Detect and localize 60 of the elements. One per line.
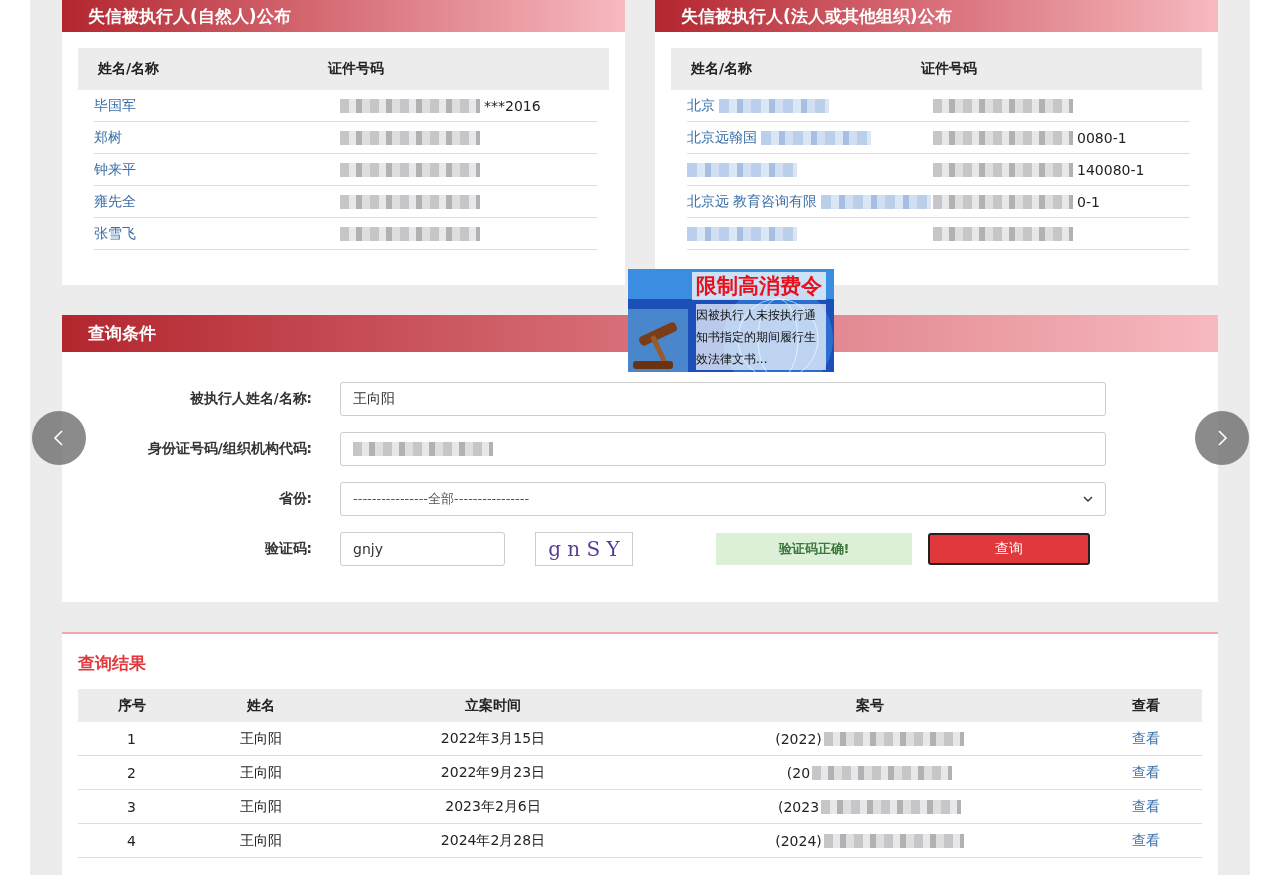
table-cell: (20	[786, 764, 811, 781]
dropdown-caret-icon	[1083, 496, 1093, 502]
province-select[interactable]: ----------------全部----------------	[340, 482, 1106, 516]
table-cell: 王向阳	[240, 797, 282, 814]
table-cell: 1	[127, 730, 136, 747]
table-cell: 4	[127, 832, 136, 849]
field-label: 身份证号码/组织机构代码:	[146, 440, 312, 458]
table-cell: 2024年2月28日	[440, 831, 546, 848]
id-number: 140080-1	[1077, 161, 1145, 178]
table-cell: (2024)	[775, 832, 822, 849]
name-link[interactable]: 北京远翰国	[687, 128, 757, 147]
table-cell: (2022)	[775, 730, 822, 747]
column-header: 姓名/名称	[690, 60, 754, 78]
view-link[interactable]: 查看	[1132, 729, 1160, 746]
name-link[interactable]: 北京远 教育咨询有限	[687, 192, 818, 211]
field-label: 省份:	[277, 490, 312, 508]
results-title: 查询结果	[78, 652, 147, 675]
captcha-status: 验证码正确!	[716, 533, 912, 565]
name-link[interactable]: 北京	[687, 96, 715, 115]
table-cell: 王向阳	[240, 763, 282, 780]
column-header: 姓名/名称	[97, 60, 161, 78]
search-button[interactable]: 查询	[928, 533, 1090, 565]
name-link[interactable]: 雍先全	[94, 192, 136, 211]
id-number: ***2016	[484, 97, 541, 114]
column-header: 立案时间	[337, 689, 649, 722]
id-number: 0080-1	[1077, 129, 1127, 146]
banner-headline: 限制高消费令	[692, 272, 826, 300]
field-label: 验证码:	[263, 540, 312, 558]
table-cell: 2	[127, 764, 136, 781]
column-header: 序号	[78, 689, 185, 722]
column-header: 案号	[649, 689, 1090, 722]
table-cell: 3	[127, 798, 136, 815]
id-number: 0-1	[1077, 193, 1100, 210]
column-header: 姓名	[185, 689, 337, 722]
name-link[interactable]: 钟来平	[94, 160, 136, 179]
banner-text: 因被执行人未按执行通知书指定的期间履行生效法律文书...	[696, 304, 826, 370]
column-header: 证件号码	[328, 60, 384, 78]
field-label: 被执行人姓名/名称:	[188, 390, 312, 408]
table-cell: 王向阳	[240, 831, 282, 848]
table-cell: 王向阳	[240, 729, 282, 746]
table-cell: (2023	[777, 798, 820, 815]
table-cell: 2023年2月6日	[445, 797, 541, 814]
captcha-field[interactable]: gnjy	[340, 532, 505, 566]
view-link[interactable]: 查看	[1132, 797, 1160, 814]
name-link[interactable]: 毕国军	[94, 96, 136, 115]
column-header: 查看	[1090, 689, 1202, 722]
input-field[interactable]: 王向阳	[340, 382, 1106, 416]
name-link[interactable]: 张雪飞	[94, 224, 136, 243]
table-cell: 2022年9月23日	[440, 763, 546, 780]
name-link[interactable]: 郑树	[94, 128, 122, 147]
panel-title: 失信被执行人(法人或其他组织)公布	[681, 4, 952, 28]
view-link[interactable]: 查看	[1132, 763, 1160, 780]
table-cell: 2022年3月15日	[440, 729, 546, 746]
banner-ad[interactable]: 限制高消费令 因被执行人未按执行通知书指定的期间履行生效法律文书...	[628, 269, 834, 372]
input-field[interactable]	[340, 432, 1106, 466]
view-link[interactable]: 查看	[1132, 831, 1160, 848]
panel-title: 查询条件	[88, 322, 156, 345]
panel-title: 失信被执行人(自然人)公布	[88, 4, 291, 28]
column-header: 证件号码	[921, 60, 977, 78]
captcha-image[interactable]: g n S Y	[535, 532, 633, 566]
